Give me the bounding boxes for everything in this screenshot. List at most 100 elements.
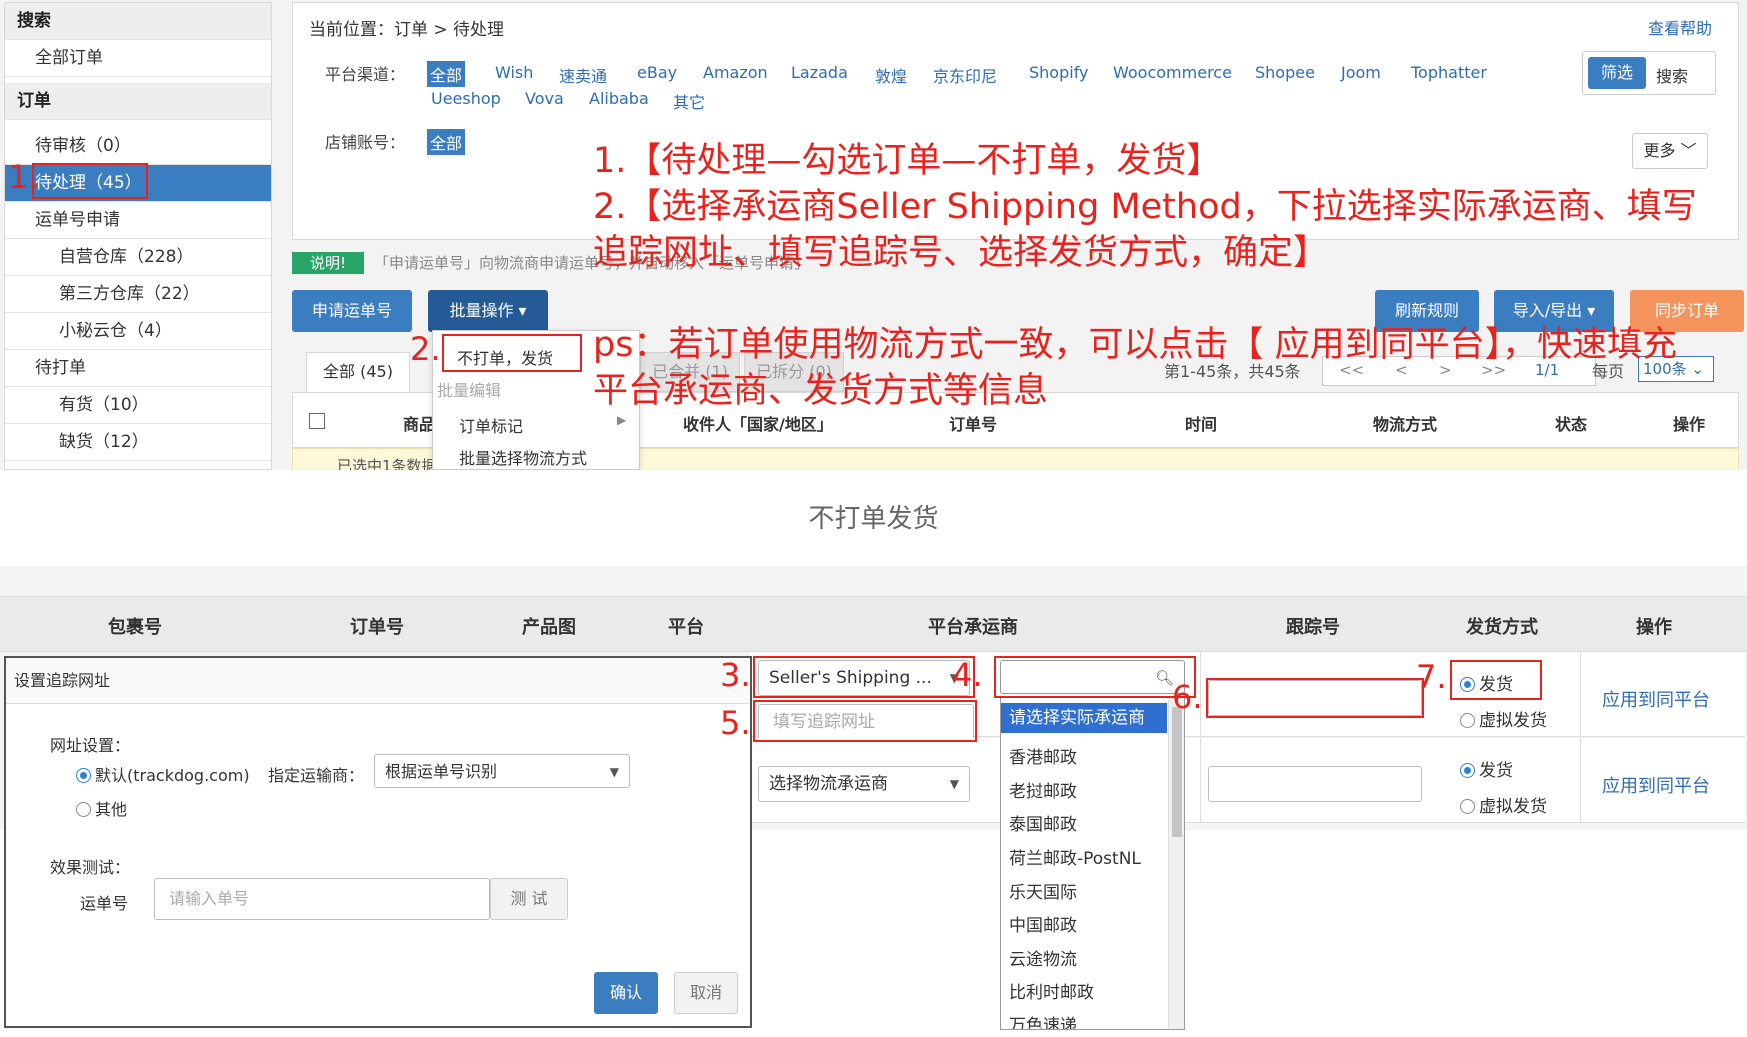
sidebar-item-in-stock[interactable]: 有货（10）: [5, 387, 271, 424]
sidebar-item-out-stock[interactable]: 缺货（12）: [5, 424, 271, 461]
radio-virtual-label: 虚拟发货: [1479, 711, 1547, 731]
platform-amazon[interactable]: Amazon: [703, 63, 768, 82]
platform-joom[interactable]: Joom: [1341, 63, 1381, 82]
tracking-number-input-2[interactable]: [1208, 766, 1422, 802]
apply-same-platform-link-2[interactable]: 应用到同平台: [1602, 772, 1710, 798]
sidebar-item-all-orders[interactable]: 全部订单: [5, 40, 271, 77]
platform-label: 平台渠道：: [325, 65, 406, 84]
highlight-to-process: [32, 163, 148, 199]
carrier-option-rakuten[interactable]: 乐天国际: [1009, 878, 1077, 903]
highlight-carrier-select: [753, 656, 975, 698]
breadcrumb: 当前位置：订单 > 待处理: [309, 20, 505, 40]
annotation-line-1: 1.【待处理—勾选订单—不打单，发货】: [593, 141, 1222, 181]
annotation-number-7: 7.: [1416, 658, 1447, 696]
radio-unchecked-icon: [76, 802, 91, 817]
annotation-number-3: 3.: [720, 656, 751, 694]
sidebar-item-waybill-apply[interactable]: 运单号申请: [5, 202, 271, 239]
apply-same-platform-link-1[interactable]: 应用到同平台: [1602, 686, 1710, 712]
apply-waybill-button[interactable]: 申请运单号: [292, 290, 412, 332]
sidebar-item-own-warehouse[interactable]: 自营仓库（228）: [5, 239, 271, 276]
carrier-option-thai-post[interactable]: 泰国邮政: [1009, 810, 1077, 835]
carrier-option-placeholder[interactable]: 请选择实际承运商: [1001, 703, 1167, 733]
help-link[interactable]: 查看帮助: [1648, 15, 1712, 39]
cell-divider: [1580, 652, 1581, 737]
platform-shopify[interactable]: Shopify: [1029, 63, 1089, 82]
highlight-tracking-url: [753, 700, 977, 742]
list-scrollbar[interactable]: [1168, 697, 1184, 1029]
platform-wish[interactable]: Wish: [495, 63, 533, 82]
order-page-panel: 搜索 全部订单 订单 待审核（0） 待处理（45） 运单号申请 自营仓库（228…: [0, 0, 1747, 470]
carrier-recognize-value: 根据运单号识别: [385, 762, 498, 781]
platform-tophatter[interactable]: Tophatter: [1411, 63, 1487, 82]
waybill-input[interactable]: 请输入单号: [154, 878, 490, 920]
col-time: 时间: [1185, 415, 1218, 434]
platform-dunhuang[interactable]: 敦煌: [875, 63, 907, 87]
annotation-number-6: 6.: [1172, 678, 1203, 716]
tab-all[interactable]: 全部 (45): [306, 352, 410, 392]
carrier-label: 指定运输商：: [268, 766, 365, 785]
highlight-ship-method: [1450, 660, 1542, 700]
radio-checked-icon: [76, 768, 91, 783]
platform-ebay[interactable]: eBay: [637, 63, 677, 82]
carrier-option-china-post[interactable]: 中国邮政: [1009, 911, 1077, 936]
sidebar-item-pending-review[interactable]: 待审核（0）: [5, 128, 271, 165]
platform-woocommerce[interactable]: Woocommerce: [1113, 63, 1232, 82]
platform-vova[interactable]: Vova: [525, 89, 564, 108]
radio-default-url[interactable]: 默认(trackdog.com): [76, 762, 250, 786]
carrier-option-bpost[interactable]: 比利时邮政: [1009, 978, 1094, 1003]
carrier-recognize-select[interactable]: 根据运单号识别 ▼: [374, 754, 630, 788]
radio-virtual-label: 虚拟发货: [1479, 797, 1547, 817]
menu-item-order-mark[interactable]: 订单标记: [433, 413, 639, 437]
platform-other[interactable]: 其它: [673, 89, 705, 113]
url-setting-label: 网址设置：: [50, 736, 131, 755]
sidebar-item-to-print[interactable]: 待打单: [5, 350, 271, 387]
col-logistics: 物流方式: [1373, 415, 1438, 434]
carrier-option-wanse[interactable]: 万色速递: [1009, 1011, 1077, 1029]
carrier-option-yunexpress[interactable]: 云途物流: [1009, 945, 1077, 970]
sidebar-item-third-warehouse[interactable]: 第三方仓库（22）: [5, 276, 271, 313]
carrier-option-hk-post[interactable]: 香港邮政: [1009, 743, 1077, 768]
sidebar-item-xiaomi-warehouse[interactable]: 小秘云仓（4）: [5, 313, 271, 350]
annotation-number-5: 5.: [720, 704, 751, 742]
sidebar-head-orders: 订单: [5, 83, 271, 120]
col-package: 包裹号: [108, 617, 162, 638]
platform-all[interactable]: 全部: [427, 61, 466, 87]
caret-right-icon: ▶: [617, 413, 627, 427]
radio-other-url[interactable]: 其他: [76, 796, 127, 820]
confirm-button[interactable]: 确认: [594, 972, 658, 1014]
caret-down-icon: ▼: [609, 765, 619, 779]
platform-aliexpress[interactable]: 速卖通: [559, 63, 607, 87]
ship-table-header: 包裹号 订单号 产品图 平台 平台承运商 跟踪号 发货方式 操作: [0, 596, 1747, 652]
cancel-button[interactable]: 取消: [674, 972, 738, 1014]
menu-item-batch-logistics[interactable]: 批量选择物流方式: [433, 445, 639, 469]
col-order: 订单号: [949, 415, 998, 434]
annotation-ps-1: ps：若订单使用物流方式一致，可以点击【 应用到同平台】，快速填充: [593, 325, 1678, 365]
platform-alibaba[interactable]: Alibaba: [589, 89, 649, 108]
store-all[interactable]: 全部: [427, 129, 466, 155]
caret-down-icon: ▼: [949, 777, 959, 791]
radio-virtual-ship-2[interactable]: 虚拟发货: [1460, 792, 1547, 817]
search-button[interactable]: 搜索: [1656, 63, 1688, 87]
platform-jd-id[interactable]: 京东印尼: [933, 63, 997, 87]
radio-ship-2[interactable]: 发货: [1460, 756, 1513, 781]
select-all-checkbox[interactable]: [309, 413, 325, 429]
radio-virtual-ship-1[interactable]: 虚拟发货: [1460, 706, 1547, 731]
filter-button[interactable]: 筛选: [1588, 57, 1646, 89]
carrier-option-postnl[interactable]: 荷兰邮政-PostNL: [1009, 844, 1141, 869]
scrollbar-thumb[interactable]: [1172, 707, 1182, 837]
platform-lazada[interactable]: Lazada: [791, 63, 848, 82]
col-action: 操作: [1636, 617, 1672, 638]
more-button[interactable]: 更多 ﹀: [1632, 133, 1708, 169]
test-button[interactable]: 测 试: [490, 878, 568, 920]
platform-shopee[interactable]: Shopee: [1255, 63, 1315, 82]
effect-test-label: 效果测试：: [50, 858, 131, 877]
tracking-dialog-title: 设置追踪网址: [6, 658, 750, 704]
cell-divider: [1200, 738, 1201, 823]
platform-ueeshop[interactable]: Ueeshop: [431, 89, 501, 108]
tracking-url-dialog: 设置追踪网址 网址设置： 默认(trackdog.com) 指定运输商： 根据运…: [4, 656, 752, 1028]
logistics-carrier-select[interactable]: 选择物流承运商 ▼: [758, 766, 970, 802]
annotation-number-1: 1.: [8, 158, 39, 196]
carrier-option-laos-post[interactable]: 老挝邮政: [1009, 777, 1077, 802]
radio-unchecked-icon: [1460, 799, 1475, 814]
batch-operation-button[interactable]: 批量操作 ▾: [428, 290, 548, 332]
